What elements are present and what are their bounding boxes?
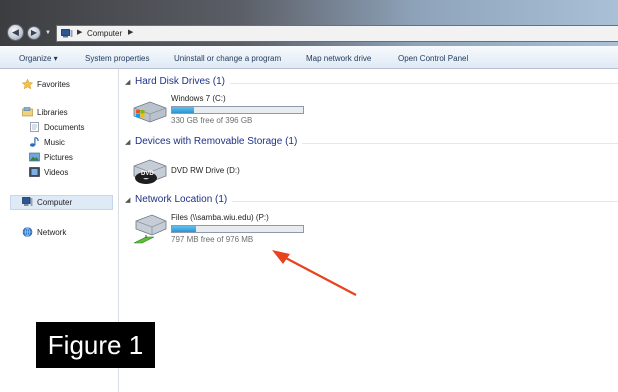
recent-pages-dropdown[interactable]: ▼ <box>45 30 53 36</box>
open-control-panel-button[interactable]: Open Control Panel <box>398 54 468 63</box>
documents-icon <box>30 122 39 132</box>
windows-drive-icon <box>133 101 167 123</box>
nav-label: Documents <box>44 123 85 132</box>
collapse-triangle-icon[interactable]: ◢ <box>125 196 130 204</box>
star-icon <box>22 79 33 89</box>
drive-usage-bar <box>171 225 304 233</box>
figure-label: Figure 1 <box>36 322 155 368</box>
group-header-removable-storage[interactable]: ◢ Devices with Removable Storage (1) <box>123 136 618 150</box>
music-note-icon <box>30 137 39 147</box>
group-header-network-location[interactable]: ◢ Network Location (1) <box>123 194 618 208</box>
computer-icon <box>61 29 73 38</box>
title-bar: ◀ ▶ ▼ ▶ Computer ▶ <box>0 0 618 46</box>
dvd-logo-text: DVD <box>141 171 154 177</box>
group-title: Network Location (1) <box>135 194 233 205</box>
back-button[interactable]: ◀ <box>7 24 24 41</box>
system-properties-button[interactable]: System properties <box>85 54 149 63</box>
drive-free-space: 797 MB free of 976 MB <box>171 235 254 244</box>
video-icon <box>29 167 40 177</box>
drive-free-space: 330 GB free of 396 GB <box>171 116 253 125</box>
drive-usage-fill <box>172 107 194 113</box>
nav-label: Network <box>37 228 67 237</box>
nav-label: Libraries <box>37 108 68 117</box>
network-icon <box>22 227 33 237</box>
address-bar[interactable]: ▶ Computer ▶ <box>56 25 618 42</box>
forward-button[interactable]: ▶ <box>27 26 41 40</box>
drive-usage-fill <box>172 226 196 232</box>
network-drive-icon <box>133 214 167 244</box>
breadcrumb-computer[interactable]: Computer <box>87 29 122 38</box>
organize-menu[interactable]: Organize ▾ <box>19 54 58 63</box>
nav-label: Computer <box>37 198 73 207</box>
drive-item-windows-c[interactable]: Windows 7 (C:) 330 GB free of 396 GB <box>132 94 332 130</box>
group-header-hard-disk-drives[interactable]: ◢ Hard Disk Drives (1) <box>123 76 618 90</box>
group-title: Devices with Removable Storage (1) <box>135 136 303 147</box>
drive-item-dvd-d[interactable]: DVD DVD RW Drive (D:) <box>132 154 332 190</box>
nav-label: Pictures <box>44 153 73 162</box>
arrow-shaft <box>281 255 357 296</box>
group-title: Hard Disk Drives (1) <box>135 76 231 87</box>
drive-name: DVD RW Drive (D:) <box>171 166 240 175</box>
drive-item-network-p[interactable]: Files (\\samba.wiu.edu) (P:) 797 MB free… <box>132 213 332 249</box>
drive-name: Windows 7 (C:) <box>171 94 226 103</box>
breadcrumb-separator-icon[interactable]: ▶ <box>128 28 133 36</box>
nav-label: Videos <box>44 168 69 177</box>
back-arrow-icon: ◀ <box>12 27 19 37</box>
uninstall-program-button[interactable]: Uninstall or change a program <box>174 54 281 63</box>
arrow-head <box>272 250 290 264</box>
breadcrumb-separator-icon[interactable]: ▶ <box>77 28 82 36</box>
collapse-triangle-icon[interactable]: ◢ <box>125 138 130 146</box>
forward-arrow-icon: ▶ <box>30 28 38 37</box>
command-bar: Organize ▾ System properties Uninstall o… <box>0 46 618 69</box>
computer-icon <box>22 197 33 206</box>
drive-name: Files (\\samba.wiu.edu) (P:) <box>171 213 269 222</box>
pictures-icon <box>29 152 40 162</box>
map-network-drive-button[interactable]: Map network drive <box>306 54 371 63</box>
library-icon <box>22 107 33 117</box>
collapse-triangle-icon[interactable]: ◢ <box>125 78 130 86</box>
chevron-down-icon: ▼ <box>45 30 51 36</box>
nav-label: Music <box>44 138 65 147</box>
nav-label: Favorites <box>37 80 70 89</box>
drive-usage-bar <box>171 106 304 114</box>
